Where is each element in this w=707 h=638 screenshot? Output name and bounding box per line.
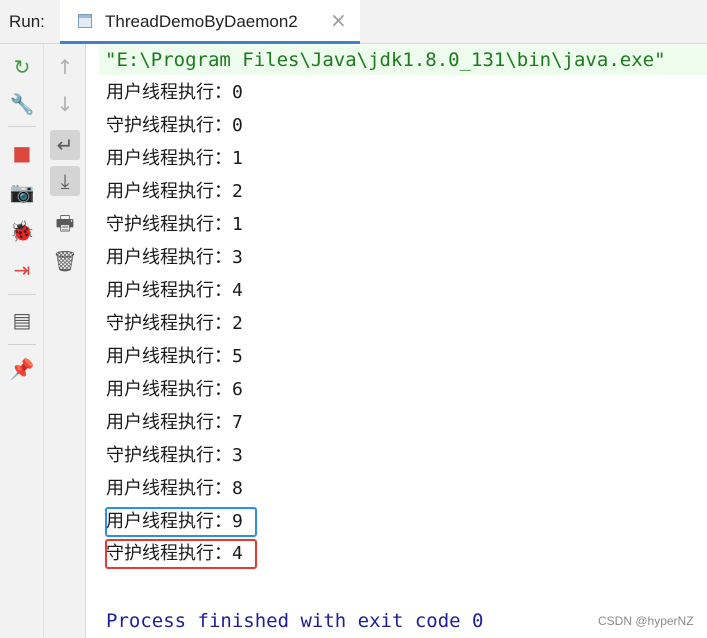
toolbar-separator [8,126,36,127]
camera-icon[interactable]: 📷 [7,177,37,207]
up-arrow-icon[interactable]: ↑ [50,52,80,82]
console-line: 守护线程执行：0 [106,115,243,136]
console-line: 用户线程执行：0 [106,82,243,103]
console-line: 用户线程执行：1 [106,148,243,169]
soft-wrap-icon[interactable]: ↵ [50,130,80,160]
rerun-icon[interactable]: ↻ [7,52,37,82]
run-config-icon [78,14,92,28]
console-line: 用户线程执行：3 [106,247,243,268]
trash-icon[interactable]: 🗑 [50,246,80,276]
console-line: 守护线程执行：2 [106,313,243,334]
run-label: Run: [9,12,45,31]
tab-title: ThreadDemoByDaemon2 [105,12,298,31]
console-line: 用户线程执行：2 [106,181,243,202]
tab-thread-demo-by-daemon2[interactable]: ThreadDemoByDaemon2 × [60,0,360,44]
console-line: 守护线程执行：1 [106,214,243,235]
console-command-line: "E:\Program Files\Java\jdk1.8.0_131\bin\… [99,45,707,75]
run-tool-window-header: Run: ThreadDemoByDaemon2 × [0,0,707,44]
console-line: 用户线程执行：6 [106,379,243,400]
stop-icon[interactable]: ■ [7,138,37,168]
console-line: 用户线程执行：4 [106,280,243,301]
watermark: CSDN @hyperNZ [598,614,694,628]
close-tab-icon[interactable]: × [330,10,347,30]
toolbar-separator [8,344,36,345]
down-arrow-icon[interactable]: ↓ [50,89,80,119]
toolbar-separator [8,294,36,295]
debug-bug-icon[interactable]: 🐞 [7,216,37,246]
scroll-to-end-icon[interactable]: ⤓ [50,166,80,196]
process-exit-message: Process finished with exit code 0 [106,610,484,632]
console-line: 用户线程执行：5 [106,346,243,367]
console-toolbar: ↑ ↓ ↵ ⤓ 🖶 🗑 [44,44,86,638]
pin-icon[interactable]: 📌 [7,354,37,384]
blue-highlight-box [105,507,257,537]
console-line: 守护线程执行：3 [106,445,243,466]
console-line: 用户线程执行：8 [106,478,243,499]
console-output[interactable]: "E:\Program Files\Java\jdk1.8.0_131\bin\… [87,44,707,638]
red-highlight-box [105,539,257,569]
wrench-icon[interactable]: 🔧 [7,89,37,119]
exit-icon[interactable]: ⇥ [7,255,37,285]
layout-icon[interactable]: ▤ [7,305,37,335]
left-toolbar: ↻ 🔧 ■ 📷 🐞 ⇥ ▤ 📌 [0,44,44,638]
console-line: 用户线程执行：7 [106,412,243,433]
print-icon[interactable]: 🖶 [50,208,80,238]
